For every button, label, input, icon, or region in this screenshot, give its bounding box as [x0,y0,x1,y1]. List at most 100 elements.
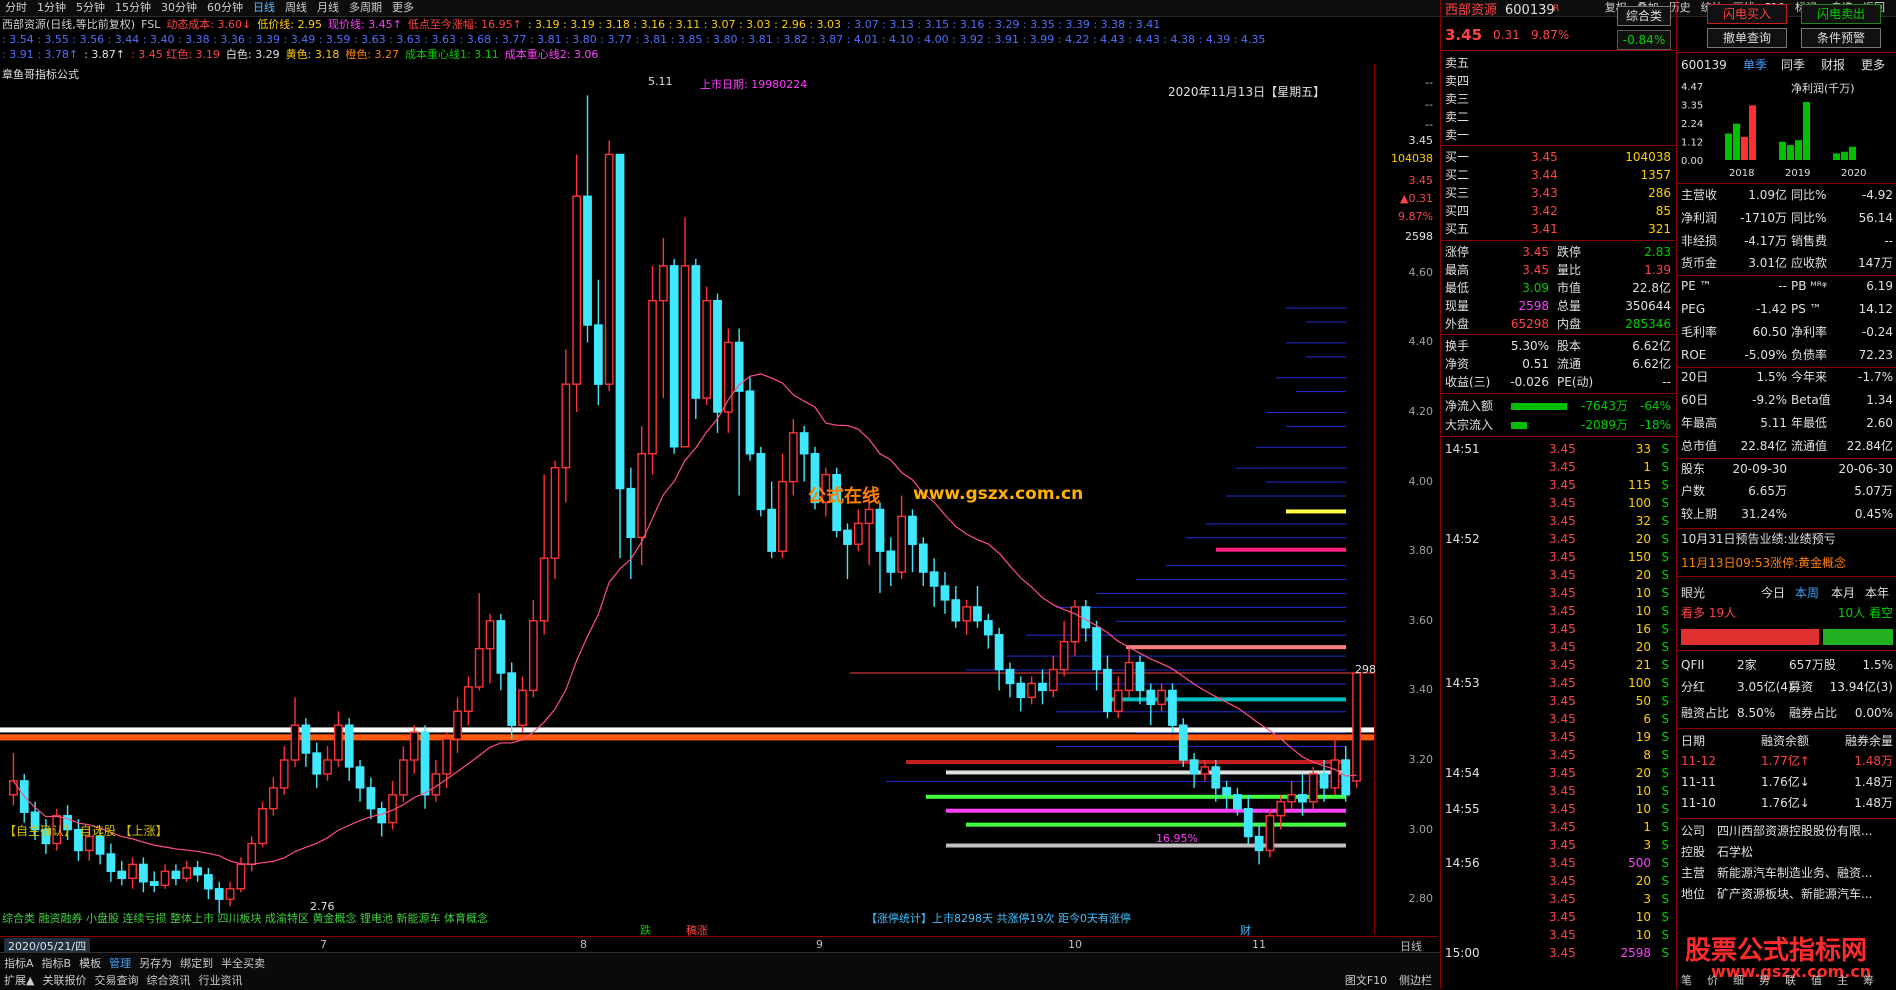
side-tab-3[interactable]: 势 [1759,972,1770,988]
tick-side: S [1661,838,1669,852]
f10-label: 净利润 [1681,210,1718,225]
period-tab-6[interactable]: 日线 [248,0,280,16]
candle-body [279,759,289,789]
candle-body [1038,682,1047,692]
tick-volume: 8 [1643,748,1651,762]
news-1[interactable]: 10月31日预告业绩:业绩预亏 [1681,530,1836,548]
candle-body [583,195,592,326]
candle-body [1178,724,1188,761]
candle-body [269,787,278,810]
side-tab-4[interactable]: 联 [1785,972,1796,988]
flash-buy-button[interactable]: 闪电买入 [1707,4,1787,24]
qfii-cell: 657万股 [1789,658,1836,672]
f10-label: Beta值 [1791,393,1831,408]
margin-row: 1.76亿↓ [1761,796,1810,810]
bottom-tab-1[interactable]: 指标B [38,957,76,970]
side-tab-5[interactable]: 值 [1811,972,1822,988]
f10-tab-1[interactable]: 单季 [1743,56,1767,74]
candle-body [171,870,181,880]
tick-price: 3.45 [1549,586,1576,600]
indicator-line-3: : 3.91 : 3.78↑: 3.87↑: 3.45 红色: 3.19 白色: … [2,47,604,62]
tick-volume: 19 [1635,730,1651,744]
bottom-link-2[interactable]: 交易查询 [90,974,142,987]
sector-pct[interactable]: -0.84% [1617,30,1671,50]
f10-value: 72.23 [1858,347,1893,362]
f10-tab-2[interactable]: 同季 [1781,56,1805,74]
bottom-tab-0[interactable]: 指标A [0,957,38,970]
candle-body [1330,759,1340,789]
kline-chart[interactable] [0,64,1374,934]
candle-body [1254,835,1264,852]
period-tab-7[interactable]: 周线 [280,0,312,16]
tick-volume: 100 [1628,676,1651,690]
eye-tab-year[interactable]: 本年 [1865,584,1889,602]
bottom-tab-4[interactable]: 另存为 [135,957,176,970]
dividend-cell: 3.05亿(4) [1737,680,1793,694]
candle-body [983,620,993,636]
period-tab-3[interactable]: 15分钟 [110,0,156,16]
bottom-link-4[interactable]: 行业资讯 [194,974,246,987]
candle-body [702,299,712,399]
stat-value: 0.51 [1522,357,1549,371]
indicator-value-b3: 白色: 3.29 [225,48,280,61]
f10-value: -4.17万 [1743,233,1787,248]
news-2[interactable]: 11月13日09:53涨停:黄金概念 [1681,554,1846,572]
stat-value: 3.09 [1522,281,1549,295]
profit-bar [1833,153,1840,160]
period-tab-2[interactable]: 5分钟 [71,0,110,16]
chip-bar [1266,412,1346,413]
period-tab-1[interactable]: 1分钟 [32,0,71,16]
f10-value: 20-06-30 [1838,461,1893,476]
tick-price: 3.45 [1549,568,1576,582]
watermark-text: 公式在线 [808,486,880,507]
side-tab-0[interactable]: 笔 [1681,972,1692,988]
candle-body [1352,672,1361,782]
f10-tab-0[interactable]: 600139 [1681,56,1727,74]
f10-label: 60日 [1681,393,1709,408]
tick-volume: 20 [1635,874,1651,888]
period-tab-0[interactable]: 分时 [0,0,32,16]
eye-tab-week[interactable]: 本周 [1795,584,1819,602]
bottom-link-0[interactable]: 扩展▲ [0,974,38,987]
f10-link[interactable]: 图文F10 [1341,974,1391,987]
candle-body [236,863,246,890]
period-tab-4[interactable]: 30分钟 [156,0,202,16]
f10-value: 14.12 [1858,302,1893,316]
flow-pct: -18% [1639,418,1671,432]
side-tab-2[interactable]: 细 [1733,972,1744,988]
candle-body [951,599,961,622]
f10-tab-4[interactable]: 更多 [1861,56,1885,74]
side-tab-7[interactable]: 筹 [1863,972,1874,988]
sidebar-link[interactable]: 侧边栏 [1395,974,1436,987]
candle-body [853,522,863,545]
period-tab-10[interactable]: 更多 [387,0,419,16]
stat-label: 市值 [1557,281,1582,295]
cancel-order-button[interactable]: 撤单查询 [1707,28,1787,48]
period-tab-9[interactable]: 多周期 [344,0,387,16]
f10-label: 20日 [1681,370,1709,385]
stat-value: 3.45 [1522,263,1549,277]
bottom-tab-3[interactable]: 管理 [105,957,135,970]
side-tab-6[interactable]: 主 [1837,972,1848,988]
alert-button[interactable]: 条件预警 [1801,28,1881,48]
tick-volume: 20 [1635,532,1651,546]
eye-tab-month[interactable]: 本月 [1831,584,1855,602]
bottom-link-1[interactable]: 关联报价 [38,974,90,987]
tick-time: 14:54 [1445,766,1480,780]
bottom-tab-2[interactable]: 模板 [75,957,105,970]
period-tab-8[interactable]: 月线 [312,0,344,16]
tick-volume: 3 [1643,838,1651,852]
f10-tab-3[interactable]: 财报 [1821,56,1845,74]
bottom-tab-5[interactable]: 绑定到 [176,957,217,970]
bottom-tab-6[interactable]: 半全买卖 [217,957,269,970]
period-tab-5[interactable]: 60分钟 [202,0,248,16]
chip-bar [1096,592,1346,594]
candle-body [496,620,506,674]
side-tab-1[interactable]: 价 [1707,972,1718,988]
eye-tab-today[interactable]: 今日 [1761,584,1785,602]
bottom-link-3[interactable]: 综合资讯 [142,974,194,987]
sector-button[interactable]: 综合类 [1617,6,1671,26]
f10-value: -4.92 [1861,188,1893,202]
tick-price: 3.45 [1549,892,1576,906]
flash-sell-button[interactable]: 闪电卖出 [1801,4,1881,24]
